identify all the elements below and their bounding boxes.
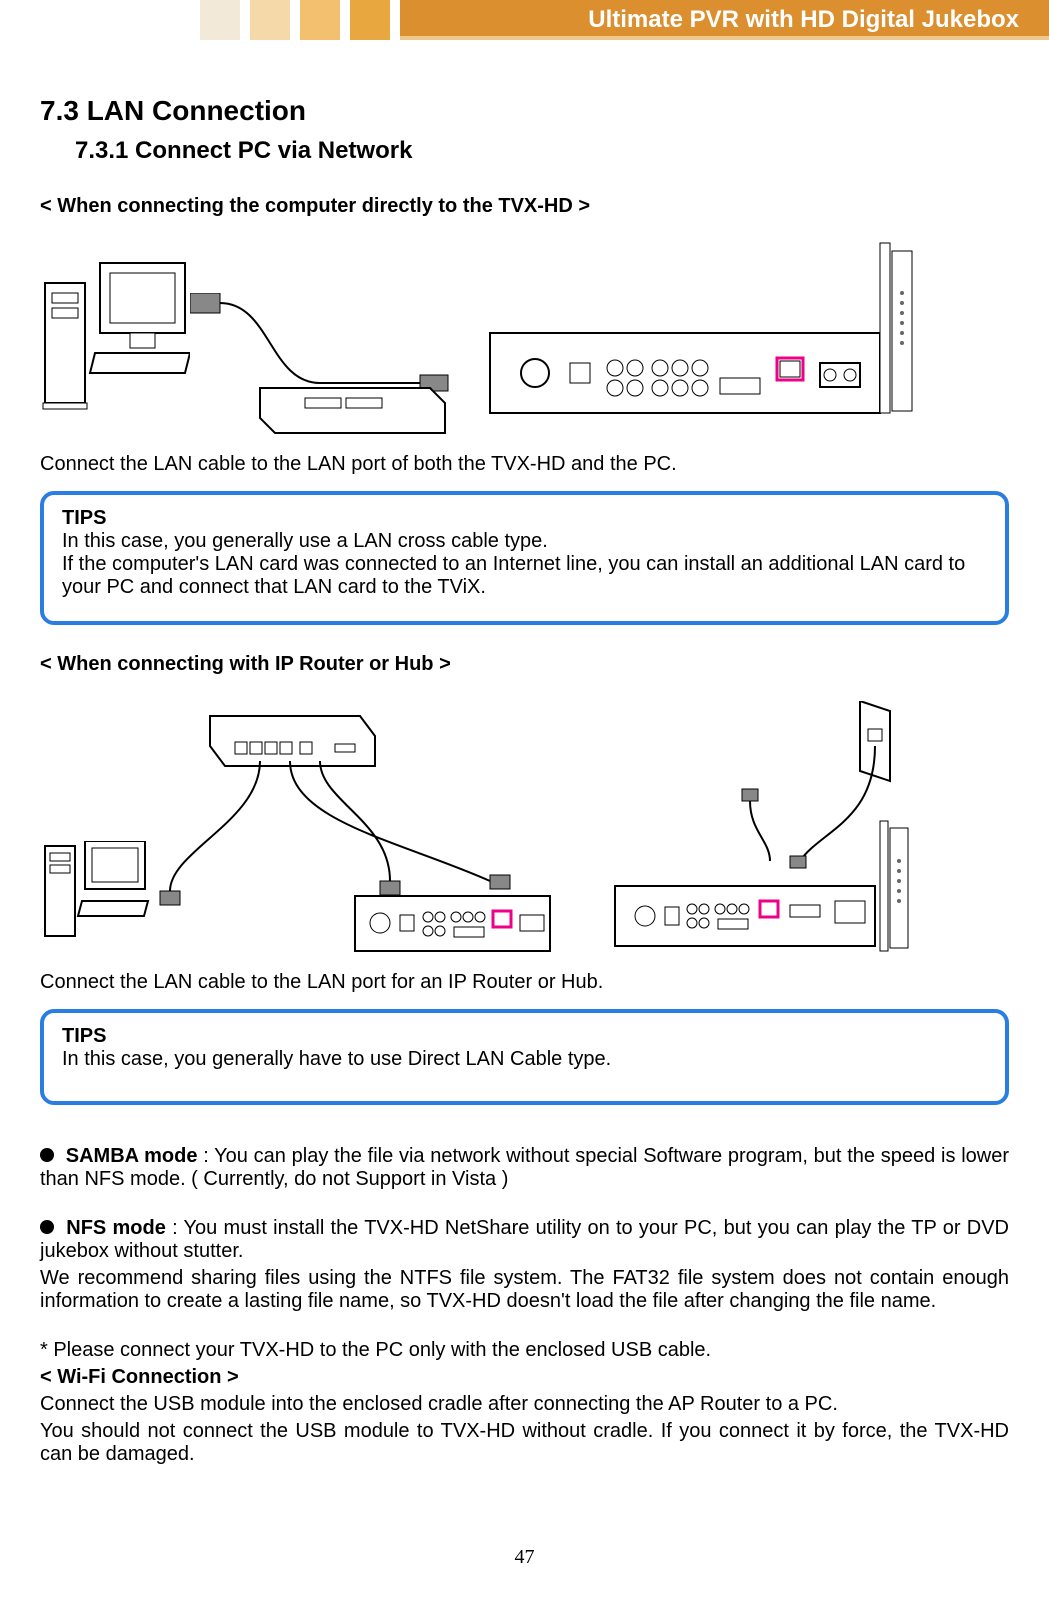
nfs-mode-label: NFS mode: [66, 1217, 166, 1239]
tvx-device-wall-icon: [590, 701, 960, 961]
diagram-router-connection: [40, 691, 1009, 961]
recommendation-text: We recommend sharing files using the NTF…: [40, 1267, 1009, 1313]
header-accent-3: [300, 0, 340, 40]
tips-box-1: TIPS In this case, you generally use a L…: [40, 491, 1009, 625]
tips2-title: TIPS: [62, 1025, 987, 1048]
bullet-icon: [40, 1148, 54, 1162]
wifi-heading: < Wi-Fi Connection >: [40, 1366, 239, 1388]
tips1-line1: In this case, you generally use a LAN cr…: [62, 530, 987, 553]
tvx-hd-device-icon: [480, 233, 920, 433]
diagram-direct-connection: [40, 233, 1009, 443]
header-accent-1: [200, 0, 240, 40]
header-accent-2: [250, 0, 290, 40]
scenario1-caption: Connect the LAN cable to the LAN port of…: [40, 453, 1009, 476]
tips1-title: TIPS: [62, 507, 987, 530]
samba-mode-label: SAMBA mode: [66, 1145, 198, 1167]
subsection-heading: 7.3.1 Connect PC via Network: [40, 137, 1009, 165]
wifi-line2: You should not connect the USB module to…: [40, 1420, 1009, 1466]
scenario2-caption: Connect the LAN cable to the LAN port fo…: [40, 971, 1009, 994]
pc-icon: [40, 253, 190, 423]
page-header-title: Ultimate PVR with HD Digital Jukebox: [400, 0, 1049, 40]
tips2-line1: In this case, you generally have to use …: [62, 1048, 987, 1071]
modes-section: SAMBA mode : You can play the file via n…: [40, 1145, 1009, 1466]
header-accent-4: [350, 0, 390, 40]
header-band: Ultimate PVR with HD Digital Jukebox: [0, 0, 1049, 40]
bullet-icon: [40, 1220, 54, 1234]
tips-box-2: TIPS In this case, you generally have to…: [40, 1009, 1009, 1105]
usb-note-text: * Please connect your TVX-HD to the PC o…: [40, 1339, 1009, 1362]
tvx-device-small-1-icon: [350, 881, 560, 961]
wifi-line1: Connect the USB module into the enclosed…: [40, 1393, 1009, 1416]
section-heading: 7.3 LAN Connection: [40, 95, 1009, 127]
tips1-line2: If the computer's LAN card was connected…: [62, 553, 987, 599]
page-number: 47: [0, 1546, 1049, 1569]
pc-icon-2: [40, 841, 150, 961]
scenario1-heading: < When connecting the computer directly …: [40, 195, 1009, 218]
adapter-box-icon: [250, 378, 450, 438]
scenario2-heading: < When connecting with IP Router or Hub …: [40, 653, 1009, 676]
nfs-mode-text: : You must install the TVX-HD NetShare u…: [40, 1217, 1009, 1262]
